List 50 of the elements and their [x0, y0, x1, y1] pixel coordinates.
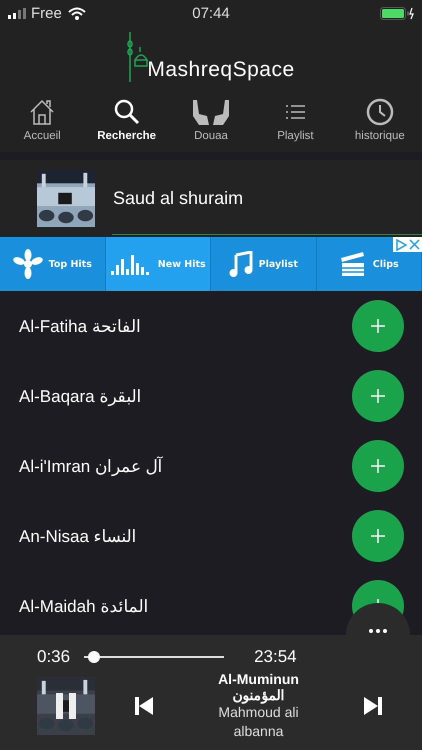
ad-category-tab[interactable]: Clips: [316, 237, 422, 291]
ad-choices-icon[interactable]: [395, 238, 407, 250]
status-time: 07:44: [192, 4, 230, 22]
ad-category-tab[interactable]: Top Hits: [0, 237, 106, 291]
more-icon: [369, 629, 387, 633]
add-button[interactable]: [352, 440, 404, 492]
surah-title[interactable]: Al-Baqara البقرة: [19, 386, 142, 406]
equalizer-icon: [110, 253, 152, 275]
elapsed-time: 0:36: [37, 647, 70, 667]
plus-icon: [371, 459, 385, 473]
nav-tab[interactable]: Recherche: [84, 96, 169, 152]
track-title-arabic: المؤمنون: [232, 687, 284, 703]
music-note-icon: [228, 251, 253, 277]
plus-icon: [371, 389, 385, 403]
wifi-icon: [68, 6, 86, 20]
carrier-name: Free: [31, 4, 62, 22]
add-button[interactable]: [352, 370, 404, 422]
logo-text: MashreqSpace: [147, 58, 295, 82]
plus-icon: [371, 319, 385, 333]
close-icon[interactable]: [409, 239, 420, 250]
nav-tab[interactable]: Playlist: [253, 96, 338, 152]
next-icon: [364, 697, 382, 715]
nav-tab[interactable]: Douaa: [168, 96, 254, 152]
add-button[interactable]: [352, 300, 404, 352]
battery-icon: [380, 6, 414, 20]
pause-button[interactable]: [37, 677, 95, 735]
mosque-logo-icon: [127, 32, 150, 82]
artist-name: Mahmoud ali albanna: [217, 704, 300, 741]
surah-title[interactable]: Al-Maidah المائدة: [19, 596, 148, 616]
track-title: Al-Muminun: [218, 671, 299, 687]
pause-icon: [56, 693, 76, 719]
surah-title[interactable]: Al-Fatiha الفاتحة: [19, 316, 141, 336]
home-icon: [28, 98, 56, 126]
add-button[interactable]: [352, 510, 404, 562]
ad-category-tab[interactable]: Playlist: [211, 237, 316, 291]
search-icon: [112, 98, 141, 126]
asterisk-icon: [12, 249, 43, 279]
progress-thumb[interactable]: [88, 651, 100, 663]
nav-tab[interactable]: Accueil: [0, 96, 84, 152]
total-time: 23:54: [254, 647, 297, 667]
reciter-name: Saud al shuraim: [113, 188, 244, 209]
previous-icon: [135, 697, 153, 715]
clapperboard-icon: [338, 250, 367, 278]
surah-title[interactable]: An-Nisaa النساء: [19, 526, 137, 546]
surah-title[interactable]: Al-i'Imran آل عمران: [19, 456, 163, 476]
plus-icon: [371, 529, 385, 543]
signal-icon: [8, 8, 26, 18]
reciter-row[interactable]: Saud al shuraim: [0, 160, 422, 237]
nav-tab[interactable]: historique: [338, 96, 422, 152]
clock-icon: [366, 98, 394, 126]
